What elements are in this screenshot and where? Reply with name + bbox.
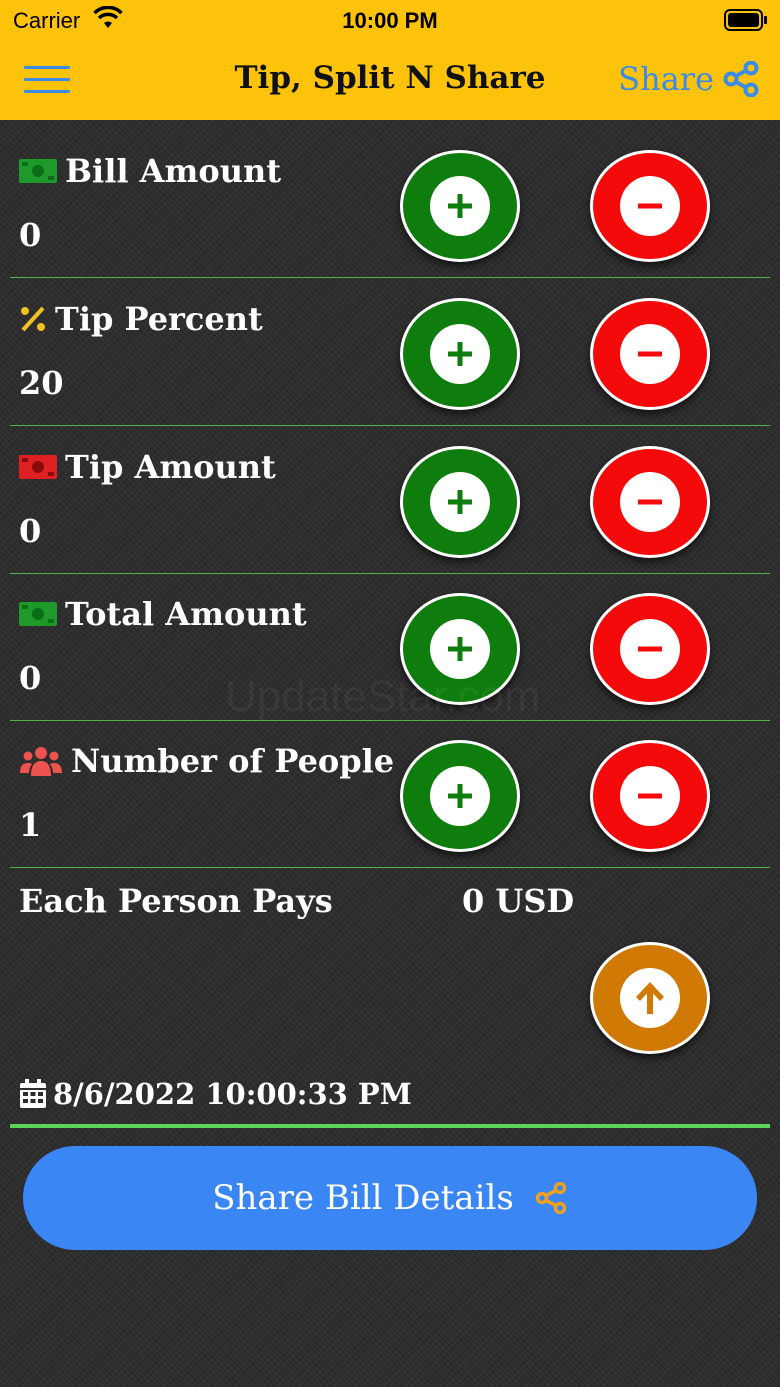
percent-icon xyxy=(19,304,47,334)
number-of-people-plus-button[interactable] xyxy=(400,740,520,852)
each-person-pays-value: 0 USD xyxy=(462,882,575,920)
calendar-icon xyxy=(20,1079,46,1108)
scroll-up-button[interactable] xyxy=(590,942,710,1054)
timestamp: 8/6/2022 10:00:33 PM xyxy=(19,1077,412,1111)
tip-percent-label: Tip Percent xyxy=(19,300,263,338)
total-amount-label: Total Amount xyxy=(19,595,307,633)
share-bill-details-button[interactable]: Share Bill Details xyxy=(23,1146,757,1250)
battery-icon xyxy=(724,9,768,36)
share-icon xyxy=(535,1182,567,1214)
money-red-icon xyxy=(19,452,57,482)
number-of-people-value: 1 xyxy=(19,806,42,844)
clock: 10:00 PM xyxy=(342,8,438,33)
people-icon xyxy=(19,746,63,776)
tip-amount-label: Tip Amount xyxy=(19,448,276,486)
row-number-of-people: Number of People 1 xyxy=(10,720,770,868)
plus-icon xyxy=(448,637,472,661)
bill-amount-plus-button[interactable] xyxy=(400,150,520,262)
nav-bar: Tip, Split N Share Share xyxy=(0,40,780,120)
plus-icon xyxy=(448,342,472,366)
bill-amount-minus-button[interactable] xyxy=(590,150,710,262)
number-of-people-minus-button[interactable] xyxy=(590,740,710,852)
minus-icon xyxy=(638,351,662,357)
total-amount-value: 0 xyxy=(19,659,42,697)
each-person-pays-label: Each Person Pays xyxy=(19,882,333,920)
minus-icon xyxy=(638,499,662,505)
tip-percent-value: 20 xyxy=(19,364,64,402)
tip-amount-plus-button[interactable] xyxy=(400,446,520,558)
tip-amount-value: 0 xyxy=(19,512,42,550)
tip-amount-minus-button[interactable] xyxy=(590,446,710,558)
money-icon xyxy=(19,599,57,629)
plus-icon xyxy=(448,194,472,218)
bill-amount-label: Bill Amount xyxy=(19,152,281,190)
status-bar: Carrier 10:00 PM xyxy=(0,0,780,40)
tip-percent-plus-button[interactable] xyxy=(400,298,520,410)
number-of-people-label: Number of People xyxy=(19,742,394,780)
row-bill-amount: Bill Amount 0 xyxy=(10,130,770,278)
plus-icon xyxy=(448,784,472,808)
divider xyxy=(10,1124,770,1128)
minus-icon xyxy=(638,203,662,209)
header-share-label: Share xyxy=(618,60,714,98)
arrow-up-icon xyxy=(636,982,664,1014)
top-bar: Carrier 10:00 PM Tip, Split N Share Shar… xyxy=(0,0,780,120)
row-tip-percent: Tip Percent 20 xyxy=(10,278,770,426)
minus-icon xyxy=(638,793,662,799)
money-icon xyxy=(19,156,57,186)
row-tip-amount: Tip Amount 0 xyxy=(10,426,770,574)
tip-percent-minus-button[interactable] xyxy=(590,298,710,410)
bill-amount-value: 0 xyxy=(19,216,42,254)
minus-icon xyxy=(638,646,662,652)
share-icon xyxy=(723,61,759,97)
watermark: UpdateStar.com xyxy=(225,672,541,721)
plus-icon xyxy=(448,490,472,514)
total-amount-minus-button[interactable] xyxy=(590,593,710,705)
timestamp-text: 8/6/2022 10:00:33 PM xyxy=(53,1077,412,1111)
share-bill-details-label: Share Bill Details xyxy=(212,1178,514,1218)
header-share-button[interactable]: Share xyxy=(618,60,760,98)
